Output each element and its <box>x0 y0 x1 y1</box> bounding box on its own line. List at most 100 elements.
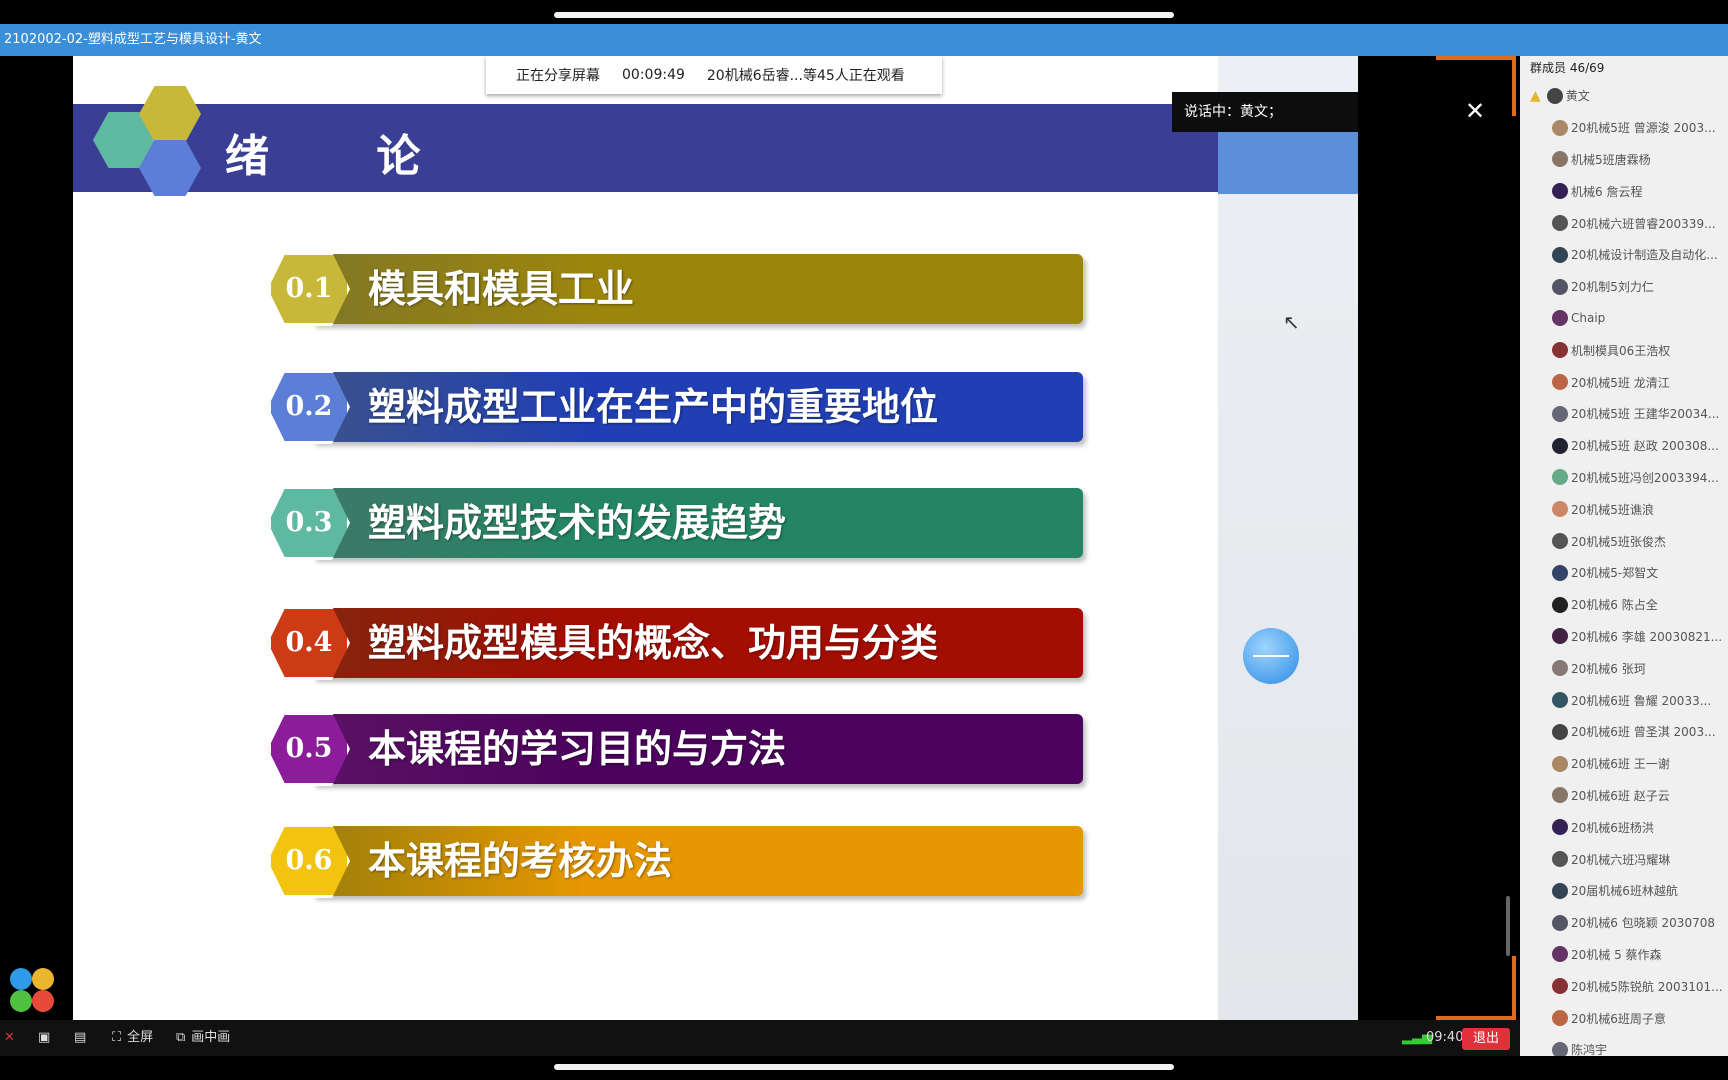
member-list-item[interactable]: 20机械六班曾睿200339... <box>1520 207 1728 239</box>
member-name: 20机械 5 蔡作森 <box>1571 947 1662 962</box>
avatar <box>1552 851 1568 868</box>
member-list-item[interactable]: 机械5班唐霖杨 <box>1520 144 1728 176</box>
member-name: 20机械5班 曾源浚 2003... <box>1571 121 1716 136</box>
avatar <box>1552 501 1568 518</box>
floating-assistant-icon[interactable] <box>1243 628 1299 684</box>
slide-title: 绪 论 <box>225 131 467 182</box>
share-status: 正在分享屏幕 <box>516 68 600 84</box>
member-list-item[interactable]: 20机械6 张珂 <box>1520 652 1728 684</box>
member-name: 20机械5班 赵政 200308... <box>1571 439 1719 454</box>
chat-icon[interactable]: ▤ <box>74 1020 86 1056</box>
host-icon: ▲ <box>1530 87 1541 104</box>
avatar <box>1552 246 1568 263</box>
avatar <box>1552 723 1568 740</box>
member-name: 20机械5班谯浪 <box>1571 502 1654 517</box>
member-list-item[interactable]: 陈鸿宇 <box>1520 1034 1728 1056</box>
member-name: 20机械5班 王建华20034... <box>1571 407 1720 422</box>
slide-item-text: 本课程的学习目的与方法 <box>368 726 787 771</box>
member-list-item[interactable]: 20机械6班 鲁耀 20033... <box>1520 684 1728 716</box>
avatar <box>1552 755 1568 772</box>
bottom-toolbar: ✕ ▣ ▤ ⛶ 全屏 ⧉ 画中画 ▂▃▅ 09:40 退出 <box>0 1020 1520 1056</box>
member-list-item[interactable]: 20机械5班 曾源浚 2003... <box>1520 112 1728 144</box>
member-list-item[interactable]: Chaip <box>1520 303 1728 335</box>
member-list-item[interactable]: 20机械5班张俊杰 <box>1520 525 1728 557</box>
member-name: 陈鸿宇 <box>1571 1043 1608 1056</box>
member-list-item[interactable]: 20机械5陈锐航 2003101... <box>1520 970 1728 1002</box>
member-name: 20机械6班 曾圣淇 2003... <box>1571 725 1716 740</box>
slide-right-strip <box>1218 56 1358 1020</box>
avatar <box>1552 469 1568 486</box>
member-list-item[interactable]: 机械6 詹云程 <box>1520 175 1728 207</box>
member-list-item[interactable]: 20机械5班谯浪 <box>1520 493 1728 525</box>
member-list-item[interactable]: 20机械6班杨洪 <box>1520 811 1728 843</box>
exit-button[interactable]: 退出 <box>1462 1028 1510 1050</box>
close-icon[interactable]: ✕ <box>1460 96 1490 126</box>
shared-screen: 绪 论 正在分享屏幕 00:09:49 20机械6岳睿...等45人正在观看 0… <box>0 56 1520 1020</box>
member-list-item[interactable]: 20机制5刘力仁 <box>1520 271 1728 303</box>
member-list-item[interactable]: 20机械 5 蔡作森 <box>1520 939 1728 971</box>
drag-handle[interactable] <box>554 1064 1174 1070</box>
member-list-item[interactable]: 20机械设计制造及自动化... <box>1520 239 1728 271</box>
avatar <box>1552 596 1568 613</box>
member-list-item[interactable]: 20机械6班 赵子云 <box>1520 780 1728 812</box>
member-list-item[interactable]: 20机械六班冯耀琳 <box>1520 843 1728 875</box>
frame-accent <box>1512 56 1516 116</box>
member-name: 机械5班唐霖杨 <box>1571 152 1651 167</box>
member-name: Chaip <box>1571 311 1606 326</box>
avatar <box>1552 660 1568 677</box>
avatar <box>1552 151 1568 168</box>
frame-accent <box>1436 56 1516 60</box>
member-list-item[interactable]: 机制模具06王浩权 <box>1520 334 1728 366</box>
picture-in-picture-button[interactable]: ⧉ 画中画 <box>176 1020 230 1056</box>
member-name: 20机械6班周子意 <box>1571 1011 1666 1026</box>
screen-share-status-bar: 正在分享屏幕 00:09:49 20机械6岳睿...等45人正在观看 <box>486 56 942 94</box>
member-name: 20机械六班冯耀琳 <box>1571 852 1671 867</box>
member-list-item[interactable]: 20机械5班 王建华20034... <box>1520 398 1728 430</box>
slide-item: 0.2 塑料成型工业在生产中的重要地位 <box>268 370 1098 444</box>
member-name: 20机械设计制造及自动化... <box>1571 248 1718 263</box>
avatar <box>1552 882 1568 899</box>
avatar <box>1552 533 1568 550</box>
avatar <box>1552 310 1568 327</box>
drag-handle[interactable] <box>554 12 1174 18</box>
member-list-item[interactable]: 20机械6 陈占全 <box>1520 589 1728 621</box>
member-list-item[interactable]: 20机械6班 王一谢 <box>1520 748 1728 780</box>
member-list-item[interactable]: 20机械5班冯创2003394... <box>1520 462 1728 494</box>
member-name: 20机械6 陈占全 <box>1571 598 1658 613</box>
slide-item: 0.4 塑料成型模具的概念、功用与分类 <box>268 606 1098 680</box>
slide-item-text: 模具和模具工业 <box>368 266 635 311</box>
camera-off-icon[interactable]: ✕ <box>4 1020 15 1056</box>
member-name: 20机械5陈锐航 2003101... <box>1571 979 1723 994</box>
avatar <box>1552 1041 1568 1056</box>
member-list-item[interactable]: 20机械6班 曾圣淇 2003... <box>1520 716 1728 748</box>
member-list-panel: 群成员 46/69 ▲ 黄文 20机械5班 曾源浚 2003... 机械5班唐霖杨机械… <box>1520 56 1728 1056</box>
volume-slider[interactable] <box>1506 896 1510 956</box>
member-name: 20机械6班 王一谢 <box>1571 757 1670 772</box>
member-list-item[interactable]: 20机械6 包晓颖 2030708 <box>1520 907 1728 939</box>
slide-item-text: 本课程的考核办法 <box>368 838 673 883</box>
member-name: 20机械6 张珂 <box>1571 661 1646 676</box>
member-count-header: 群成员 46/69 <box>1530 61 1605 75</box>
slide-item-text: 塑料成型工业在生产中的重要地位 <box>368 384 939 429</box>
member-list-item[interactable]: 20机械5班 龙清江 <box>1520 366 1728 398</box>
avatar <box>1552 787 1568 804</box>
avatar <box>1552 278 1568 295</box>
member-list-item[interactable]: 20机械5-郑智文 <box>1520 557 1728 589</box>
member-name: 20机械5班冯创2003394... <box>1571 470 1719 485</box>
member-list-item[interactable]: 20届机械6班林越航 <box>1520 875 1728 907</box>
member-name: 20机械6 包晓颖 2030708 <box>1571 916 1715 931</box>
avatar <box>1546 87 1563 104</box>
slide: 绪 论 正在分享屏幕 00:09:49 20机械6岳睿...等45人正在观看 0… <box>73 56 1358 1020</box>
fullscreen-button[interactable]: ⛶ 全屏 <box>112 1020 153 1056</box>
member-name: 20机械6 李雄 20030821... <box>1571 629 1723 644</box>
slide-item-text: 塑料成型模具的概念、功用与分类 <box>368 620 939 665</box>
member-list-item[interactable]: 20机械6 李雄 20030821... <box>1520 621 1728 653</box>
member-name: 20机械5-郑智文 <box>1571 566 1659 581</box>
member-list-item[interactable]: 20机械5班 赵政 200308... <box>1520 430 1728 462</box>
screen-share-icon[interactable]: ▣ <box>38 1020 50 1056</box>
member-list-item[interactable]: 20机械6班周子意 <box>1520 1002 1728 1034</box>
member-list-item[interactable]: ▲ 黄文 <box>1520 80 1728 112</box>
mouse-cursor-icon: ↖ <box>1283 310 1300 334</box>
frame-accent <box>1512 956 1516 1020</box>
top-strip <box>0 0 1728 24</box>
